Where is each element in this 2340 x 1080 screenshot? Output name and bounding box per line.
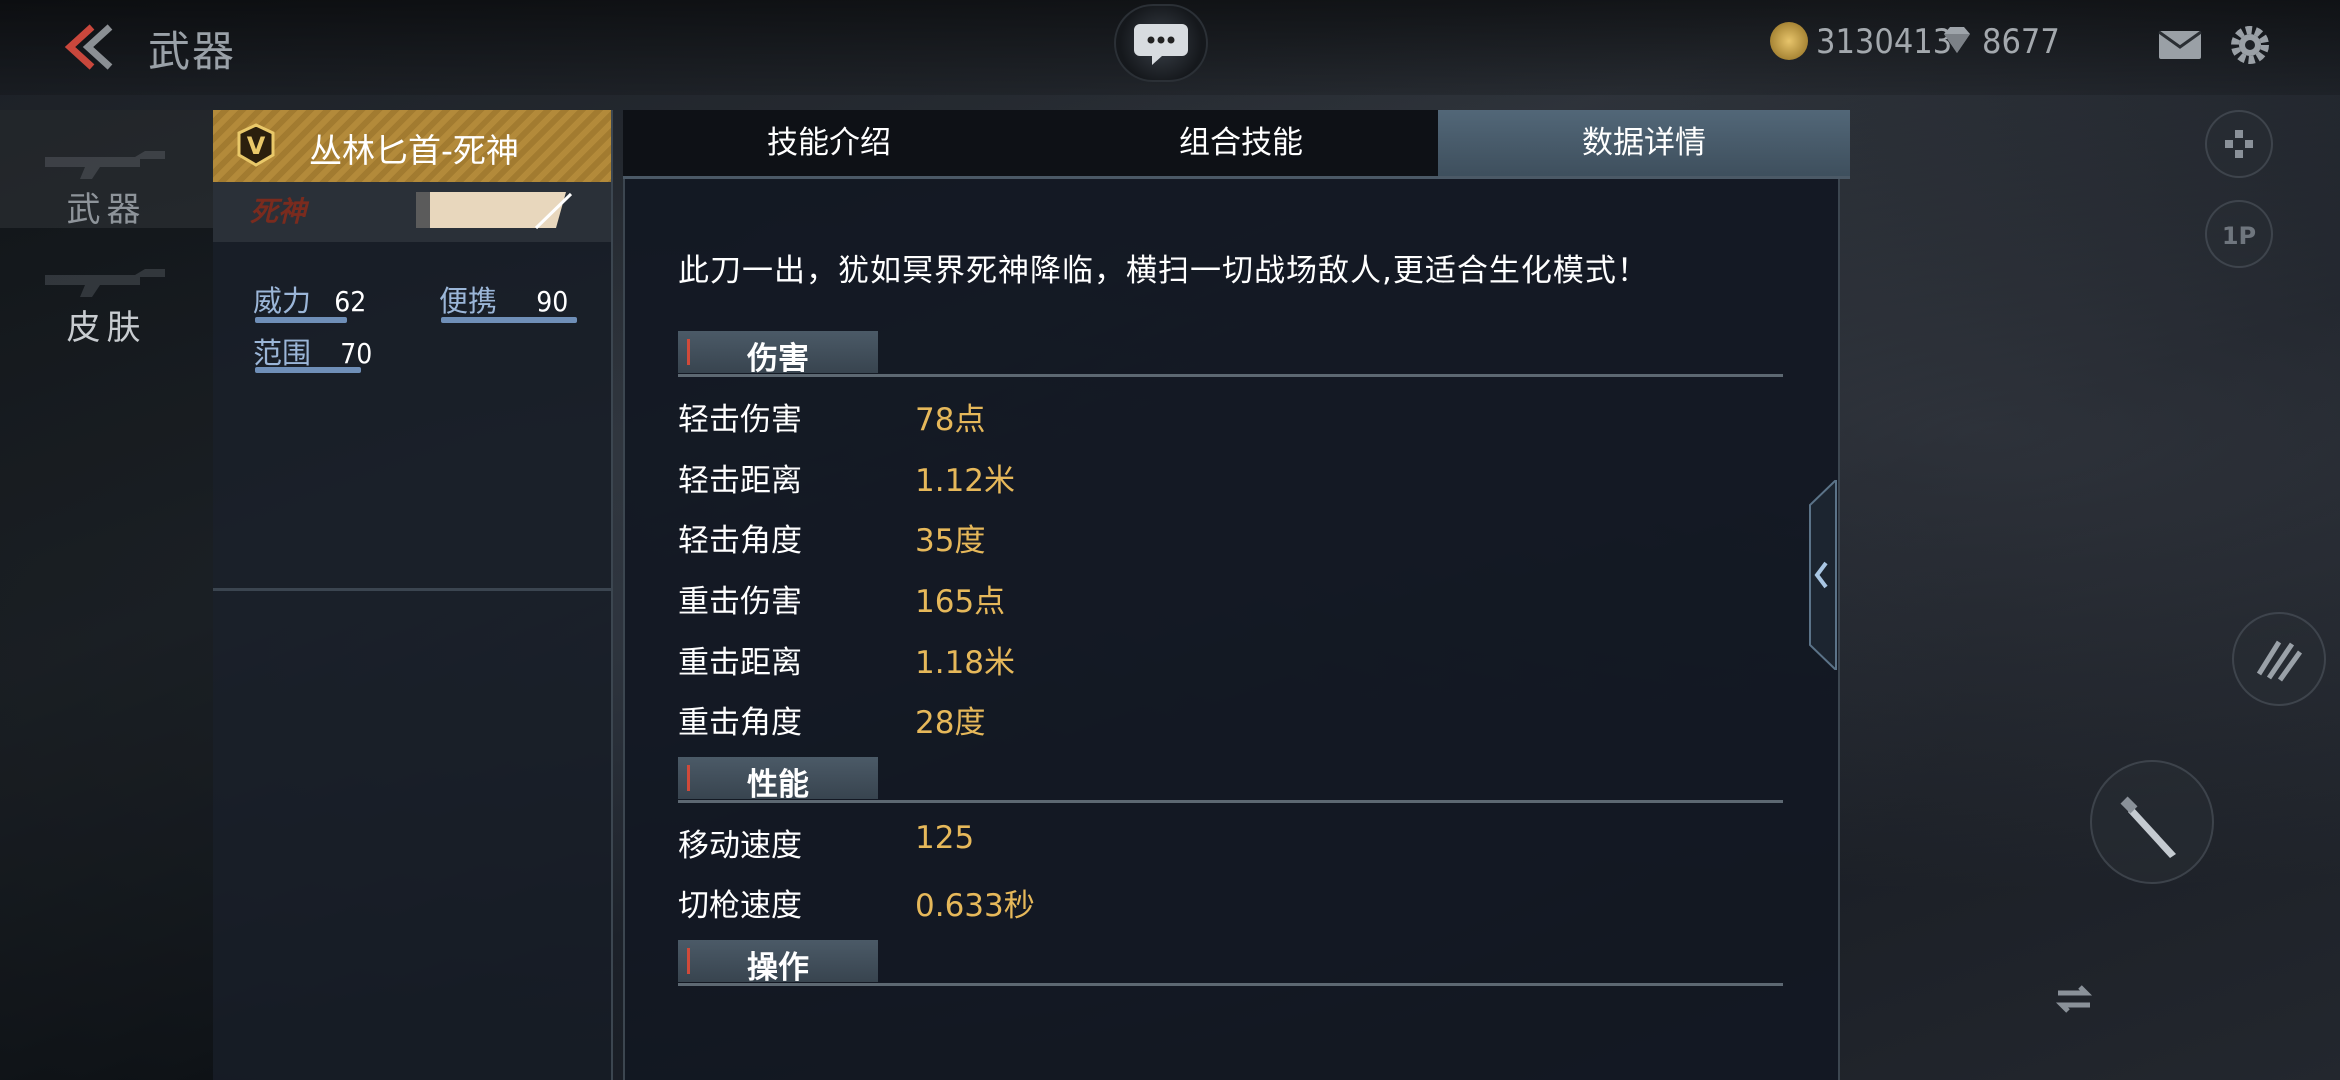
diamond-balance: 8677 — [1982, 22, 2060, 62]
weapon-info-panel: V 丛林匕首-死神 死神 威力 62 便携 90 范围 70 — [213, 110, 613, 1080]
svg-text:V: V — [247, 132, 266, 160]
detail-row-value: 28度 — [915, 705, 986, 741]
rifle-icon — [45, 269, 165, 297]
tab-data-details[interactable]: 数据详情 — [1438, 110, 1850, 176]
detail-row-label: 切枪速度 — [678, 888, 802, 924]
range-bar — [255, 367, 361, 373]
detail-row-label: 重击伤害 — [678, 584, 802, 620]
weapon-description: 此刀一出，犹如冥界死神降临，横扫一切战场敌人,更适合生化模式！ — [678, 253, 1649, 289]
weapon-name: 丛林匕首-死神 — [309, 131, 519, 170]
mail-icon[interactable] — [2158, 30, 2202, 60]
detail-row-label: 轻击伤害 — [678, 402, 802, 438]
swap-weapon-icon[interactable] — [2050, 975, 2098, 1023]
portability-bar — [441, 317, 577, 323]
page-title: 武器 — [148, 27, 237, 76]
detail-row-label: 重击距离 — [678, 645, 802, 681]
detail-row-value: 125 — [915, 820, 975, 856]
detail-row-label: 轻击距离 — [678, 463, 802, 499]
detail-row-label: 重击角度 — [678, 705, 802, 741]
sidebar-item-label: 武器 — [66, 190, 147, 230]
rifle-icon — [45, 151, 165, 179]
detail-row-value: 165点 — [915, 584, 1006, 620]
chat-button[interactable] — [1114, 4, 1208, 82]
section-title: 伤害 — [747, 341, 809, 377]
weapon-header: V 丛林匕首-死神 — [213, 110, 611, 182]
top-bar: 武器 3130413 8677 — [0, 0, 2340, 95]
power-bar — [255, 317, 347, 323]
detail-row-value: 1.12米 — [915, 463, 1016, 499]
first-person-button[interactable]: 1P — [2205, 200, 2273, 268]
section-divider — [678, 374, 1783, 377]
section-divider — [678, 983, 1783, 986]
tab-combo-skills[interactable]: 组合技能 — [1035, 110, 1447, 176]
v-rank-badge-icon: V — [237, 123, 275, 167]
detail-row-value: 78点 — [915, 402, 986, 438]
collapse-panel-handle[interactable] — [1806, 480, 1838, 670]
gamepad-button[interactable] — [2205, 110, 2273, 178]
first-person-icon: 1P — [2222, 222, 2256, 250]
diamond-icon — [1944, 27, 1970, 53]
sidebar-item-label: 皮肤 — [66, 308, 147, 348]
stat-label: 威力 — [253, 284, 312, 318]
claw-skill-button[interactable] — [2232, 612, 2326, 706]
section-title: 操作 — [747, 950, 809, 986]
skin-tag-banner — [416, 192, 573, 230]
knife-attack-button[interactable] — [2090, 760, 2214, 884]
section-header-damage: 伤害 — [678, 331, 1783, 377]
stat-value: 90 — [536, 285, 569, 318]
gamepad-icon — [2225, 130, 2253, 158]
stat-value: 70 — [340, 337, 373, 370]
stat-label: 范围 — [253, 336, 312, 370]
chat-bubble-icon — [1134, 24, 1188, 65]
coin-icon — [1770, 22, 1808, 60]
section-divider — [678, 800, 1783, 803]
tab-skill-intro[interactable]: 技能介绍 — [623, 110, 1035, 176]
knife-icon — [2120, 796, 2176, 858]
stat-range: 范围 70 — [253, 330, 372, 372]
stat-portability: 便携 90 — [439, 278, 568, 320]
section-header-performance: 性能 — [678, 757, 1783, 803]
section-header-controls: 操作 — [678, 940, 1783, 986]
sidebar-item-skins[interactable]: 皮肤 — [0, 228, 213, 348]
coin-balance: 3130413 — [1816, 22, 1953, 62]
gear-icon[interactable] — [2227, 22, 2273, 68]
svg-text:1P: 1P — [2222, 222, 2256, 250]
stat-value: 62 — [334, 285, 367, 318]
category-sidebar: 武器 皮肤 — [0, 110, 213, 1080]
panel-divider — [213, 588, 611, 591]
section-title: 性能 — [747, 767, 809, 803]
detail-row-value: 35度 — [915, 523, 986, 559]
claw-icon — [2256, 640, 2303, 682]
detail-tabs: 技能介绍 组合技能 数据详情 — [623, 110, 1850, 179]
skin-tag-label: 死神 — [250, 195, 307, 228]
sidebar-item-weapons[interactable]: 武器 — [0, 110, 213, 230]
stat-label: 便携 — [439, 284, 498, 318]
stat-power: 威力 62 — [253, 278, 366, 320]
detail-row-value: 1.18米 — [915, 645, 1016, 681]
detail-row-value: 0.633秒 — [915, 888, 1035, 924]
back-icon[interactable] — [58, 22, 118, 72]
detail-row-label: 移动速度 — [678, 828, 802, 864]
detail-row-label: 轻击角度 — [678, 523, 802, 559]
